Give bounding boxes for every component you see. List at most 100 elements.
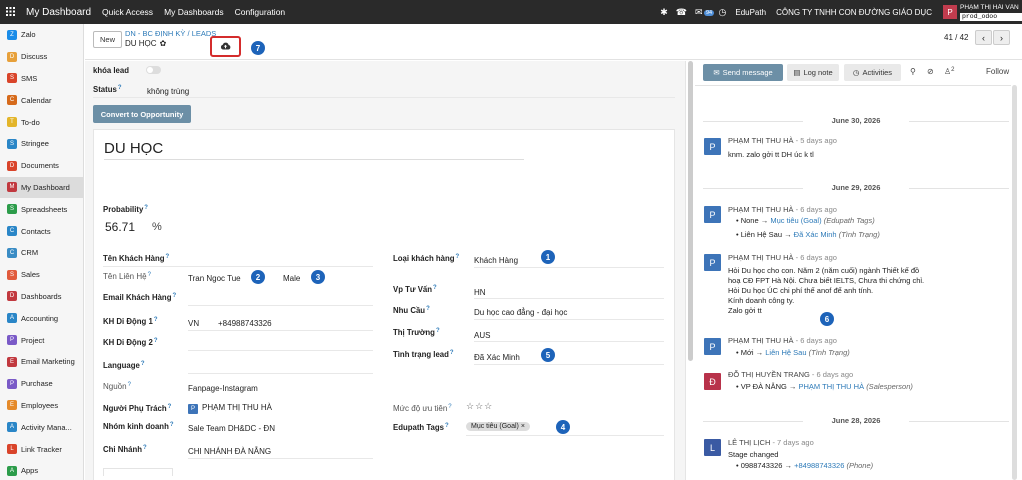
follow-button[interactable]: Follow — [986, 67, 1009, 76]
lead-status-field[interactable]: Đã Xác Minh — [474, 353, 520, 362]
branch-field[interactable]: CHI NHÁNH ĐÀ NẴNG — [188, 447, 271, 456]
sidebar-item-employees[interactable]: E Employees — [0, 395, 83, 417]
breadcrumb-item-report[interactable]: DN - BC ĐỊNH KỲ — [125, 29, 185, 38]
probability-input[interactable]: 56.71 — [105, 220, 135, 234]
menu-my-dashboards[interactable]: My Dashboards — [164, 7, 224, 17]
sidebar-item-project[interactable]: P Project — [0, 329, 83, 351]
need-field[interactable]: Du học cao đẳng - đại học — [474, 308, 567, 317]
team-field[interactable]: Sale Team DH&DC - ĐN — [188, 424, 275, 433]
log-note-button[interactable]: ▤ Log note — [787, 64, 839, 81]
lead-title-input[interactable]: DU HỌC — [104, 140, 524, 160]
avatar[interactable]: P — [704, 138, 721, 155]
email-field[interactable] — [188, 305, 373, 306]
star-icon[interactable]: ☆ — [484, 401, 493, 411]
purchase-icon: P — [7, 378, 17, 389]
sidebar-item-zalo[interactable]: Z Zalo — [0, 24, 83, 46]
send-message-button[interactable]: ✉ Send message — [703, 64, 783, 81]
star-icon[interactable]: ☆ — [466, 401, 475, 411]
convert-to-opportunity-button[interactable]: Convert to Opportunity — [93, 105, 191, 123]
menu-quick-access[interactable]: Quick Access — [102, 7, 153, 17]
messages-icon[interactable]: ✉ 94 — [695, 7, 715, 18]
sidebar-item-to-do[interactable]: T To-do — [0, 111, 83, 133]
app-title[interactable]: My Dashboard — [26, 7, 91, 18]
activities-button[interactable]: ◷ Activities — [844, 64, 901, 81]
menu-configuration[interactable]: Configuration — [235, 7, 286, 17]
avatar[interactable]: P — [704, 338, 721, 355]
sidebar-item-link-tracker[interactable]: L Link Tracker — [0, 438, 83, 460]
sidebar-item-label: Spreadsheets — [21, 204, 68, 214]
market-field[interactable]: AUS — [474, 331, 490, 340]
clock-icon[interactable]: ◷ — [719, 7, 727, 18]
consult-office-field[interactable]: HN — [474, 288, 486, 297]
pager-next-button[interactable]: › — [993, 30, 1010, 45]
search-icon[interactable]: ⚲ — [910, 67, 916, 76]
sidebar-item-sms[interactable]: S SMS — [0, 68, 83, 90]
save-button[interactable] — [210, 36, 241, 57]
chatter-scrollbar[interactable] — [1012, 85, 1017, 480]
apps-grid-icon[interactable] — [6, 6, 15, 18]
sidebar-item-my-dashboard[interactable]: M My Dashboard — [0, 176, 83, 199]
lock-lead-toggle[interactable] — [146, 66, 161, 74]
sidebar-item-crm[interactable]: C CRM — [0, 242, 83, 264]
new-button[interactable]: New — [93, 31, 122, 48]
owner-field[interactable]: P PHẠM THỊ THU HÀ — [188, 403, 272, 414]
cloud-upload-icon — [220, 42, 231, 52]
sidebar-item-dashboards[interactable]: D Dashboards — [0, 286, 83, 308]
spreadsheet-icon: S — [7, 204, 17, 215]
avatar[interactable]: Đ — [704, 373, 721, 390]
zalo-icon: Z — [7, 29, 17, 40]
sidebar-item-contacts[interactable]: C Contacts — [0, 220, 83, 242]
sms-icon: S — [7, 73, 17, 84]
avatar[interactable]: P — [704, 254, 721, 271]
workspace-switcher[interactable]: EduPath — [735, 8, 766, 17]
probability-label: Probability? — [103, 205, 148, 214]
mobile1-country-field[interactable]: VN — [188, 319, 199, 328]
star-icon[interactable]: ☆ — [475, 401, 484, 411]
sidebar-item-label: Calendar — [21, 95, 52, 105]
sidebar-item-sales[interactable]: S Sales — [0, 264, 83, 286]
mobile1-field[interactable]: +84988743326 — [218, 319, 272, 328]
mobile2-field[interactable] — [188, 350, 373, 351]
contact-name-field[interactable]: Tran Ngoc Tue — [188, 274, 241, 283]
gear-icon[interactable]: ✿ — [160, 39, 167, 48]
avatar[interactable]: L — [704, 439, 721, 456]
customer-name-field[interactable] — [103, 266, 373, 267]
bug-icon[interactable]: ✱ — [660, 7, 668, 18]
sidebar-item-label: Contacts — [21, 226, 51, 236]
gender-field[interactable]: Male — [283, 274, 300, 283]
annotation-marker-5: 5 — [541, 348, 555, 362]
avatar[interactable]: P — [943, 5, 957, 19]
edupath-tags-underline — [466, 435, 664, 436]
sidebar-item-label: Sales — [21, 270, 40, 280]
sidebar-item-activity-mana[interactable]: A Activity Mana... — [0, 416, 83, 438]
annotation-marker-4: 4 — [556, 420, 570, 434]
priority-stars[interactable]: ☆☆☆ — [466, 401, 493, 412]
sidebar-item-discuss[interactable]: D Discuss — [0, 46, 83, 68]
sidebar-item-accounting[interactable]: A Accounting — [0, 307, 83, 329]
company-switcher[interactable]: CÔNG TY TNHH CON ĐƯỜNG GIÁO DỤC — [776, 8, 932, 17]
user-menu[interactable]: PHẠM THỊ HẢI VÂN prod_odoo — [960, 4, 1022, 21]
tag-goal[interactable]: Mục tiêu (Goal) × — [466, 422, 530, 431]
close-icon[interactable]: × — [521, 423, 525, 430]
paperclip-icon[interactable]: ⊘ — [927, 67, 934, 76]
followers-icon[interactable]: ♙2 — [944, 67, 955, 76]
sidebar-item-apps[interactable]: A Apps — [0, 460, 83, 480]
panel-scrollbar[interactable] — [685, 61, 695, 480]
message-author: PHẠM THỊ THU HÀ - 6 days ago — [728, 205, 837, 214]
sidebar-item-calendar[interactable]: C Calendar — [0, 89, 83, 111]
sidebar-item-documents[interactable]: D Documents — [0, 155, 83, 177]
avatar[interactable]: P — [704, 206, 721, 223]
message-body: Stage changed — [728, 450, 779, 459]
sidebar-item-spreadsheets[interactable]: S Spreadsheets — [0, 198, 83, 220]
customer-type-field[interactable]: Khách Hàng — [474, 256, 518, 265]
language-field[interactable] — [188, 373, 373, 374]
sidebar-item-email-marketing[interactable]: E Email Marketing — [0, 351, 83, 373]
phone-icon[interactable]: ☎ — [676, 7, 687, 18]
pager-previous-button[interactable]: ‹ — [975, 30, 992, 45]
sidebar-item-label: Email Marketing — [21, 357, 75, 367]
sidebar-item-purchase[interactable]: P Purchase — [0, 373, 83, 395]
need-underline — [474, 319, 664, 320]
sidebar-item-stringee[interactable]: S Stringee — [0, 133, 83, 155]
scrollbar-thumb[interactable] — [688, 61, 693, 361]
source-field[interactable]: Fanpage-Instagram — [188, 384, 258, 393]
